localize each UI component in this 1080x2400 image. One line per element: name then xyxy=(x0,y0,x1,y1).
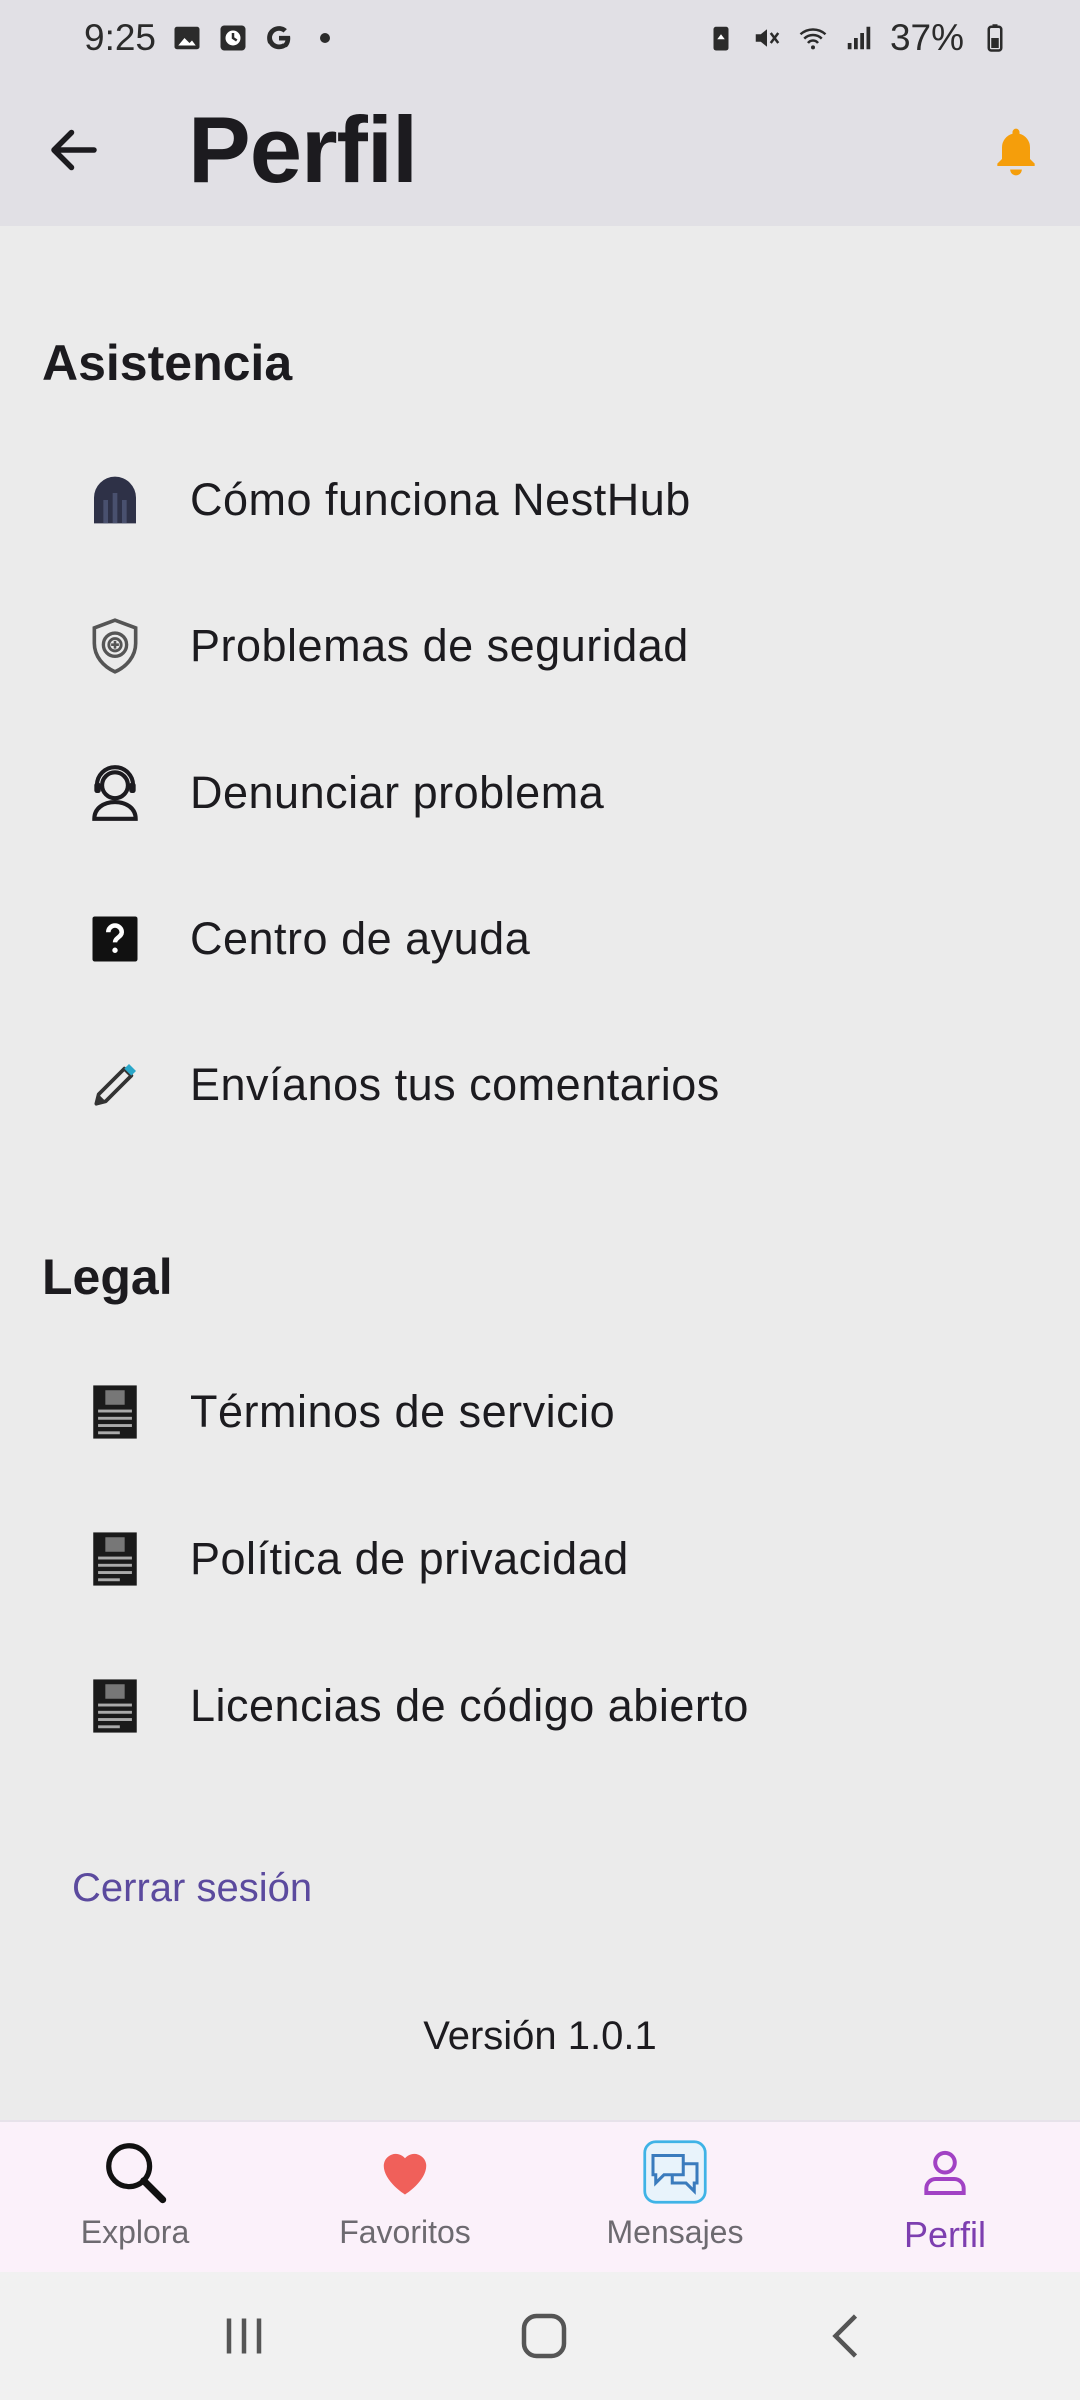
list-item-label: Envíanos tus comentarios xyxy=(190,1059,720,1110)
bell-icon[interactable] xyxy=(988,122,1044,182)
nav-item-favorites[interactable]: Favoritos xyxy=(270,2122,540,2274)
status-bar: 9:25 37% xyxy=(0,0,1080,76)
section-heading-support: Asistencia xyxy=(42,335,293,391)
pencil-icon xyxy=(82,1052,148,1118)
document-icon xyxy=(82,1379,148,1445)
recents-icon[interactable] xyxy=(214,2306,274,2366)
list-item-label: Problemas de seguridad xyxy=(190,620,689,671)
list-item-terms-of-service[interactable]: Términos de servicio xyxy=(0,1342,1080,1482)
document-icon xyxy=(82,1526,148,1592)
image-icon xyxy=(174,26,200,50)
document-icon xyxy=(82,1673,148,1739)
list-item-send-feedback[interactable]: Envíanos tus comentarios xyxy=(0,1015,1080,1155)
list-item-report-problem[interactable]: Denunciar problema xyxy=(0,723,1080,863)
list-item-label: Política de privacidad xyxy=(190,1533,629,1584)
list-item-security-issues[interactable]: Problemas de seguridad xyxy=(0,576,1080,716)
list-item-label: Licencias de código abierto xyxy=(190,1680,749,1731)
version-label: Versión 1.0.1 xyxy=(423,2014,657,2058)
clock-icon xyxy=(220,25,246,51)
page-title: Perfil xyxy=(188,97,418,202)
nav-label: Perfil xyxy=(903,2214,987,2255)
home-icon[interactable] xyxy=(514,2306,574,2366)
list-item-label: Denunciar problema xyxy=(190,767,605,818)
nesthub-logo-icon xyxy=(82,467,148,533)
nav-label: Mensajes xyxy=(606,2214,744,2250)
heart-icon xyxy=(369,2136,441,2208)
nav-label: Explora xyxy=(80,2214,190,2250)
list-item-privacy-policy[interactable]: Política de privacidad xyxy=(0,1489,1080,1629)
google-icon xyxy=(267,26,291,50)
signal-icon xyxy=(847,26,871,50)
chat-icon xyxy=(639,2136,711,2208)
wifi-icon xyxy=(799,28,827,50)
battery-saver-icon xyxy=(713,26,729,51)
mute-icon xyxy=(755,29,780,47)
section-heading-legal: Legal xyxy=(42,1249,173,1305)
list-item-label: Cómo funciona NestHub xyxy=(190,474,691,525)
list-item-how-nesthub-works[interactable]: Cómo funciona NestHub xyxy=(0,430,1080,570)
list-item-label: Centro de ayuda xyxy=(190,913,531,964)
search-icon xyxy=(99,2136,171,2208)
help-icon xyxy=(82,906,148,972)
nav-item-messages[interactable]: Mensajes xyxy=(540,2122,810,2274)
list-item-help-center[interactable]: Centro de ayuda xyxy=(0,869,1080,1009)
person-icon xyxy=(909,2136,981,2208)
back-icon[interactable] xyxy=(818,2306,878,2366)
support-agent-icon xyxy=(82,760,148,826)
list-item-label: Términos de servicio xyxy=(190,1386,616,1437)
shield-icon xyxy=(82,613,148,679)
list-item-open-source-licenses[interactable]: Licencias de código abierto xyxy=(0,1636,1080,1776)
nav-item-profile[interactable]: Perfil xyxy=(810,2122,1080,2274)
app-bar: Perfil xyxy=(0,76,1080,226)
dot-icon xyxy=(320,33,331,43)
arrow-back-icon[interactable] xyxy=(44,120,104,180)
nav-item-explore[interactable]: Explora xyxy=(0,2122,270,2274)
status-time: 9:25 xyxy=(84,17,157,58)
battery-icon xyxy=(987,24,1003,52)
bottom-nav: Explora Favoritos Mensajes Perfil xyxy=(0,2120,1080,2272)
logout-button[interactable]: Cerrar sesión xyxy=(72,1866,312,1911)
battery-percent: 37% xyxy=(889,17,964,58)
system-nav-bar xyxy=(0,2272,1080,2400)
nav-label: Favoritos xyxy=(339,2214,471,2250)
